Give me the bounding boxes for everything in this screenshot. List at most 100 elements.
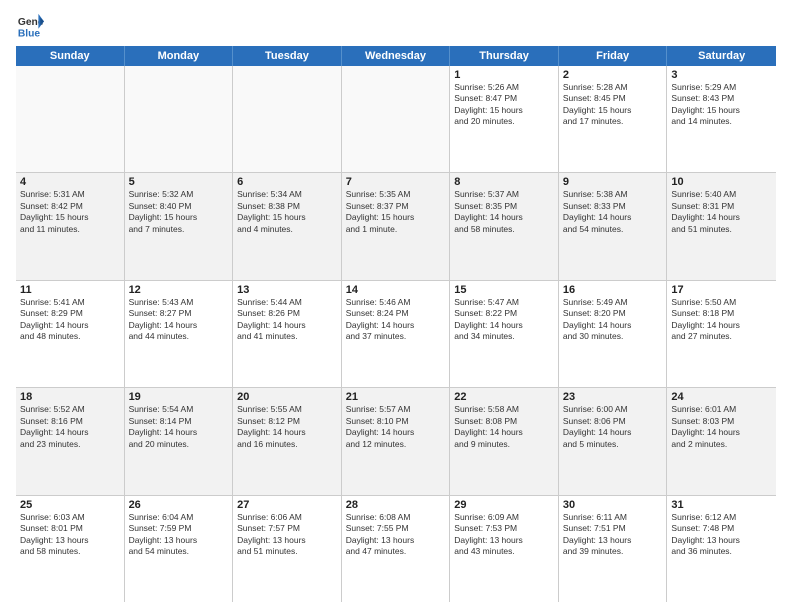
calendar-cell-28: 28Sunrise: 6:08 AM Sunset: 7:55 PM Dayli… xyxy=(342,496,451,602)
day-number: 12 xyxy=(129,284,229,296)
cell-text: Sunrise: 5:54 AM Sunset: 8:14 PM Dayligh… xyxy=(129,404,229,450)
calendar-cell-19: 19Sunrise: 5:54 AM Sunset: 8:14 PM Dayli… xyxy=(125,388,234,494)
calendar-cell-9: 9Sunrise: 5:38 AM Sunset: 8:33 PM Daylig… xyxy=(559,173,668,279)
cell-text: Sunrise: 5:37 AM Sunset: 8:35 PM Dayligh… xyxy=(454,189,554,235)
calendar-cell-1: 1Sunrise: 5:26 AM Sunset: 8:47 PM Daylig… xyxy=(450,66,559,172)
calendar-cell-17: 17Sunrise: 5:50 AM Sunset: 8:18 PM Dayli… xyxy=(667,281,776,387)
calendar-cell-14: 14Sunrise: 5:46 AM Sunset: 8:24 PM Dayli… xyxy=(342,281,451,387)
cell-text: Sunrise: 5:31 AM Sunset: 8:42 PM Dayligh… xyxy=(20,189,120,235)
cell-text: Sunrise: 6:00 AM Sunset: 8:06 PM Dayligh… xyxy=(563,404,663,450)
calendar-cell-20: 20Sunrise: 5:55 AM Sunset: 8:12 PM Dayli… xyxy=(233,388,342,494)
cell-text: Sunrise: 5:34 AM Sunset: 8:38 PM Dayligh… xyxy=(237,189,337,235)
day-number: 21 xyxy=(346,391,446,403)
calendar-cell-empty-2 xyxy=(233,66,342,172)
day-number: 16 xyxy=(563,284,663,296)
cell-text: Sunrise: 5:46 AM Sunset: 8:24 PM Dayligh… xyxy=(346,297,446,343)
day-number: 24 xyxy=(671,391,772,403)
cell-text: Sunrise: 5:41 AM Sunset: 8:29 PM Dayligh… xyxy=(20,297,120,343)
day-number: 31 xyxy=(671,499,772,511)
weekday-header-thursday: Thursday xyxy=(450,46,559,66)
weekday-header-tuesday: Tuesday xyxy=(233,46,342,66)
calendar-cell-2: 2Sunrise: 5:28 AM Sunset: 8:45 PM Daylig… xyxy=(559,66,668,172)
calendar-cell-11: 11Sunrise: 5:41 AM Sunset: 8:29 PM Dayli… xyxy=(16,281,125,387)
calendar-week-5: 25Sunrise: 6:03 AM Sunset: 8:01 PM Dayli… xyxy=(16,496,776,602)
day-number: 5 xyxy=(129,176,229,188)
day-number: 6 xyxy=(237,176,337,188)
day-number: 10 xyxy=(671,176,772,188)
calendar-cell-18: 18Sunrise: 5:52 AM Sunset: 8:16 PM Dayli… xyxy=(16,388,125,494)
cell-text: Sunrise: 5:44 AM Sunset: 8:26 PM Dayligh… xyxy=(237,297,337,343)
calendar-cell-29: 29Sunrise: 6:09 AM Sunset: 7:53 PM Dayli… xyxy=(450,496,559,602)
cell-text: Sunrise: 5:47 AM Sunset: 8:22 PM Dayligh… xyxy=(454,297,554,343)
day-number: 1 xyxy=(454,69,554,81)
calendar-cell-31: 31Sunrise: 6:12 AM Sunset: 7:48 PM Dayli… xyxy=(667,496,776,602)
calendar-cell-16: 16Sunrise: 5:49 AM Sunset: 8:20 PM Dayli… xyxy=(559,281,668,387)
day-number: 23 xyxy=(563,391,663,403)
cell-text: Sunrise: 6:01 AM Sunset: 8:03 PM Dayligh… xyxy=(671,404,772,450)
calendar-cell-27: 27Sunrise: 6:06 AM Sunset: 7:57 PM Dayli… xyxy=(233,496,342,602)
calendar-header: SundayMondayTuesdayWednesdayThursdayFrid… xyxy=(16,46,776,66)
day-number: 9 xyxy=(563,176,663,188)
cell-text: Sunrise: 5:43 AM Sunset: 8:27 PM Dayligh… xyxy=(129,297,229,343)
calendar-cell-22: 22Sunrise: 5:58 AM Sunset: 8:08 PM Dayli… xyxy=(450,388,559,494)
cell-text: Sunrise: 6:11 AM Sunset: 7:51 PM Dayligh… xyxy=(563,512,663,558)
cell-text: Sunrise: 6:08 AM Sunset: 7:55 PM Dayligh… xyxy=(346,512,446,558)
svg-text:Blue: Blue xyxy=(18,28,41,39)
calendar-cell-25: 25Sunrise: 6:03 AM Sunset: 8:01 PM Dayli… xyxy=(16,496,125,602)
calendar-cell-12: 12Sunrise: 5:43 AM Sunset: 8:27 PM Dayli… xyxy=(125,281,234,387)
calendar-week-3: 11Sunrise: 5:41 AM Sunset: 8:29 PM Dayli… xyxy=(16,281,776,388)
cell-text: Sunrise: 5:28 AM Sunset: 8:45 PM Dayligh… xyxy=(563,82,663,128)
day-number: 30 xyxy=(563,499,663,511)
calendar-week-4: 18Sunrise: 5:52 AM Sunset: 8:16 PM Dayli… xyxy=(16,388,776,495)
calendar-cell-empty-3 xyxy=(342,66,451,172)
day-number: 28 xyxy=(346,499,446,511)
cell-text: Sunrise: 5:50 AM Sunset: 8:18 PM Dayligh… xyxy=(671,297,772,343)
day-number: 22 xyxy=(454,391,554,403)
day-number: 18 xyxy=(20,391,120,403)
calendar: SundayMondayTuesdayWednesdayThursdayFrid… xyxy=(16,46,776,602)
calendar-body: 1Sunrise: 5:26 AM Sunset: 8:47 PM Daylig… xyxy=(16,66,776,602)
weekday-header-monday: Monday xyxy=(125,46,234,66)
day-number: 4 xyxy=(20,176,120,188)
calendar-cell-7: 7Sunrise: 5:35 AM Sunset: 8:37 PM Daylig… xyxy=(342,173,451,279)
day-number: 20 xyxy=(237,391,337,403)
day-number: 26 xyxy=(129,499,229,511)
calendar-cell-26: 26Sunrise: 6:04 AM Sunset: 7:59 PM Dayli… xyxy=(125,496,234,602)
cell-text: Sunrise: 6:12 AM Sunset: 7:48 PM Dayligh… xyxy=(671,512,772,558)
cell-text: Sunrise: 6:04 AM Sunset: 7:59 PM Dayligh… xyxy=(129,512,229,558)
calendar-week-2: 4Sunrise: 5:31 AM Sunset: 8:42 PM Daylig… xyxy=(16,173,776,280)
calendar-cell-24: 24Sunrise: 6:01 AM Sunset: 8:03 PM Dayli… xyxy=(667,388,776,494)
cell-text: Sunrise: 5:35 AM Sunset: 8:37 PM Dayligh… xyxy=(346,189,446,235)
cell-text: Sunrise: 6:06 AM Sunset: 7:57 PM Dayligh… xyxy=(237,512,337,558)
day-number: 27 xyxy=(237,499,337,511)
day-number: 7 xyxy=(346,176,446,188)
calendar-cell-4: 4Sunrise: 5:31 AM Sunset: 8:42 PM Daylig… xyxy=(16,173,125,279)
weekday-header-sunday: Sunday xyxy=(16,46,125,66)
calendar-cell-13: 13Sunrise: 5:44 AM Sunset: 8:26 PM Dayli… xyxy=(233,281,342,387)
cell-text: Sunrise: 5:49 AM Sunset: 8:20 PM Dayligh… xyxy=(563,297,663,343)
calendar-cell-10: 10Sunrise: 5:40 AM Sunset: 8:31 PM Dayli… xyxy=(667,173,776,279)
logo: General Blue xyxy=(16,12,48,40)
calendar-cell-30: 30Sunrise: 6:11 AM Sunset: 7:51 PM Dayli… xyxy=(559,496,668,602)
cell-text: Sunrise: 5:32 AM Sunset: 8:40 PM Dayligh… xyxy=(129,189,229,235)
day-number: 2 xyxy=(563,69,663,81)
calendar-cell-8: 8Sunrise: 5:37 AM Sunset: 8:35 PM Daylig… xyxy=(450,173,559,279)
calendar-cell-15: 15Sunrise: 5:47 AM Sunset: 8:22 PM Dayli… xyxy=(450,281,559,387)
cell-text: Sunrise: 5:58 AM Sunset: 8:08 PM Dayligh… xyxy=(454,404,554,450)
calendar-cell-6: 6Sunrise: 5:34 AM Sunset: 8:38 PM Daylig… xyxy=(233,173,342,279)
cell-text: Sunrise: 5:40 AM Sunset: 8:31 PM Dayligh… xyxy=(671,189,772,235)
day-number: 14 xyxy=(346,284,446,296)
day-number: 8 xyxy=(454,176,554,188)
cell-text: Sunrise: 5:55 AM Sunset: 8:12 PM Dayligh… xyxy=(237,404,337,450)
day-number: 29 xyxy=(454,499,554,511)
cell-text: Sunrise: 5:57 AM Sunset: 8:10 PM Dayligh… xyxy=(346,404,446,450)
calendar-cell-5: 5Sunrise: 5:32 AM Sunset: 8:40 PM Daylig… xyxy=(125,173,234,279)
page-header: General Blue xyxy=(16,12,776,40)
cell-text: Sunrise: 5:29 AM Sunset: 8:43 PM Dayligh… xyxy=(671,82,772,128)
weekday-header-friday: Friday xyxy=(559,46,668,66)
cell-text: Sunrise: 6:09 AM Sunset: 7:53 PM Dayligh… xyxy=(454,512,554,558)
day-number: 3 xyxy=(671,69,772,81)
cell-text: Sunrise: 5:52 AM Sunset: 8:16 PM Dayligh… xyxy=(20,404,120,450)
calendar-cell-empty-0 xyxy=(16,66,125,172)
weekday-header-saturday: Saturday xyxy=(667,46,776,66)
